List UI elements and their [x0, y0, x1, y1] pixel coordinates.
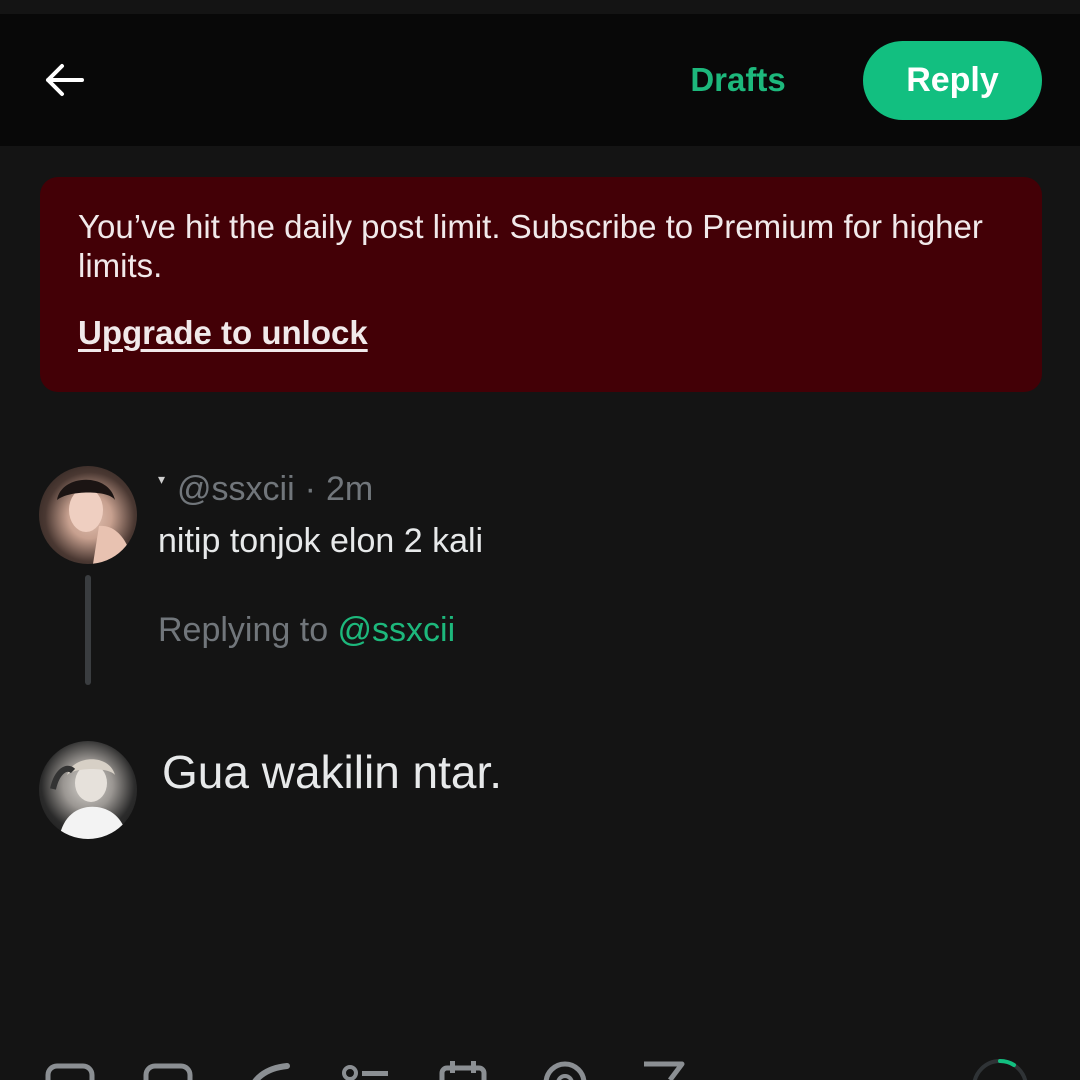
avatar-photo	[50, 759, 127, 839]
original-post-text: nitip tonjok elon 2 kali	[158, 522, 484, 560]
original-author-avatar[interactable]	[39, 466, 137, 564]
poll-icon[interactable]	[340, 1063, 390, 1080]
replying-to-handle[interactable]: @ssxcii	[338, 611, 456, 649]
avatar-photo	[57, 479, 133, 564]
post-limit-banner: You’ve hit the daily post limit. Subscri…	[40, 177, 1042, 392]
back-button[interactable]	[34, 56, 94, 104]
gif-icon[interactable]	[143, 1063, 193, 1080]
upgrade-link[interactable]: Upgrade to unlock	[78, 314, 368, 352]
meta-separator: ·	[304, 469, 316, 508]
location-icon[interactable]	[540, 1058, 590, 1080]
status-bar	[0, 0, 1080, 14]
image-icon[interactable]	[45, 1063, 95, 1080]
compose-reply-screen: Drafts Reply You’ve hit the daily post l…	[0, 0, 1080, 1080]
schedule-icon[interactable]	[438, 1058, 488, 1080]
current-user-avatar[interactable]	[39, 741, 137, 839]
character-count-ring-icon	[972, 1058, 1028, 1080]
replying-to-line: Replying to @ssxcii	[158, 611, 455, 650]
reply-compose-input[interactable]: Gua wakilin ntar.	[162, 745, 502, 799]
replying-to-label: Replying to	[158, 611, 338, 649]
arrow-left-icon	[46, 64, 84, 96]
grok-icon[interactable]	[243, 1058, 293, 1080]
drafts-button[interactable]: Drafts	[668, 54, 808, 106]
post-timestamp: 2m	[325, 469, 374, 508]
original-post-meta: ▾ @ssxcii · 2m	[158, 467, 373, 511]
post-limit-message: You’ve hit the daily post limit. Subscri…	[78, 208, 983, 284]
thread-connector-line	[85, 575, 91, 685]
original-author-handle[interactable]: @ssxcii	[177, 470, 295, 509]
reply-button[interactable]: Reply	[863, 41, 1042, 120]
verified-dot-icon: ▾	[158, 470, 166, 487]
flag-icon[interactable]	[638, 1060, 688, 1080]
compose-header: Drafts Reply	[0, 14, 1080, 146]
